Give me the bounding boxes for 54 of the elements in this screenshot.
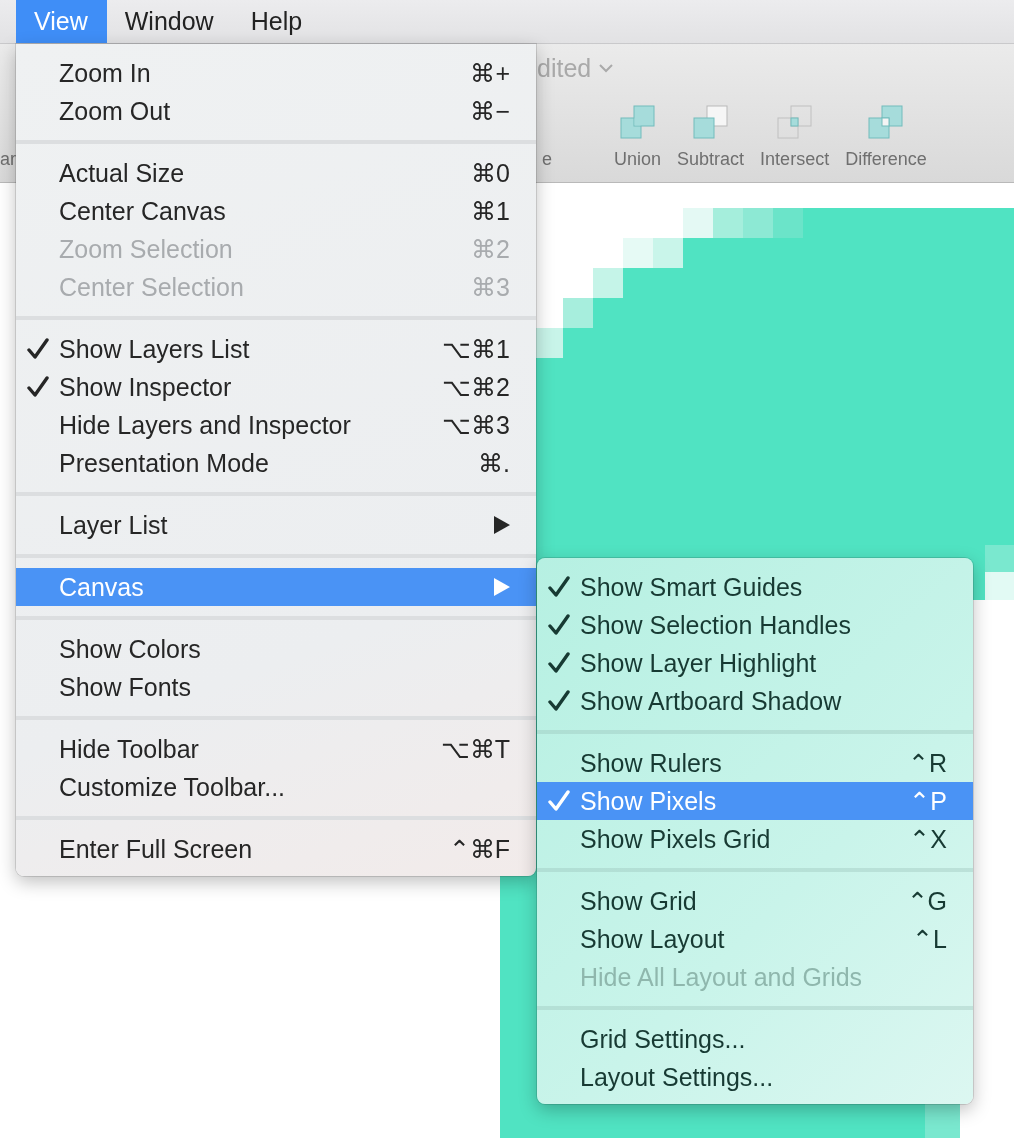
toolbar-label: ar (0, 148, 16, 170)
menu-item[interactable]: Show Layout ⌃L (537, 920, 973, 958)
menu-item[interactable]: Show Rulers ⌃R (537, 744, 973, 782)
subtract-icon (692, 104, 729, 140)
shortcut-label: ⌥⌘2 (442, 372, 510, 402)
menu-item[interactable]: Layout Settings... (537, 1058, 973, 1096)
shortcut-label: ⌃R (907, 748, 947, 778)
menu-item[interactable]: Show Layer Highlight (537, 644, 973, 682)
shortcut-label: ⌘2 (471, 234, 510, 264)
shortcut-label: ⌥⌘3 (442, 410, 510, 440)
menu-item[interactable]: Show Colors (16, 630, 536, 668)
shortcut-label: ⌘− (470, 96, 510, 126)
toolbar-label: e (542, 148, 553, 170)
toolbar-button[interactable]: Subtract (677, 104, 745, 170)
menu-item[interactable]: Show Selection Handles (537, 606, 973, 644)
menu-bar-item[interactable]: Help (232, 0, 322, 43)
shortcut-label: ⌘3 (471, 272, 510, 302)
shortcut-label: ⌥⌘1 (442, 334, 510, 364)
shortcut-label: ⌥⌘T (440, 734, 510, 764)
menu-item[interactable]: Actual Size ⌘0 (16, 154, 536, 192)
union-icon (619, 104, 656, 140)
menu-item[interactable]: Zoom In ⌘+ (16, 54, 536, 92)
toolbar-button[interactable]: Intersect (760, 104, 830, 170)
menu-item[interactable]: Hide Layers and Inspector ⌥⌘3 (16, 406, 536, 444)
shortcut-label: ⌃⌘F (448, 834, 510, 864)
menu-item[interactable]: Hide Toolbar ⌥⌘T (16, 730, 536, 768)
shortcut-label: ⌃G (906, 886, 947, 916)
intersect-icon (776, 104, 813, 140)
menu-item[interactable]: Show Artboard Shadow (537, 682, 973, 720)
shortcut-label: ⌃X (909, 824, 947, 854)
shortcut-label: ⌘. (478, 448, 510, 478)
menu-item[interactable]: Show Fonts (16, 668, 536, 706)
menu-item[interactable]: Grid Settings... (537, 1020, 973, 1058)
menu-item[interactable]: Center Canvas ⌘1 (16, 192, 536, 230)
toolbar-button[interactable]: Union (614, 104, 662, 170)
menu-item[interactable]: Show Layers List ⌥⌘1 (16, 330, 536, 368)
menu-item[interactable]: Show Smart Guides (537, 568, 973, 606)
menu-item[interactable]: Enter Full Screen ⌃⌘F (16, 830, 536, 868)
menu-bar-item[interactable]: Window (106, 0, 233, 43)
shortcut-label: ⌘1 (471, 196, 510, 226)
shortcut-label: ⌃L (912, 924, 947, 954)
shortcut-label: ⌃P (909, 786, 947, 816)
menu-item[interactable]: Show Pixels Grid ⌃X (537, 820, 973, 858)
menu-item[interactable]: Layer List (16, 506, 536, 544)
shortcut-label: ⌘0 (471, 158, 510, 188)
chevron-down-icon (599, 64, 614, 73)
difference-icon (868, 104, 904, 140)
menu-item[interactable]: Zoom Out ⌘− (16, 92, 536, 130)
toolbar-button[interactable]: Difference (845, 104, 927, 170)
menu-item[interactable]: Show Grid ⌃G (537, 882, 973, 920)
menu-item[interactable]: Show Inspector ⌥⌘2 (16, 368, 536, 406)
menu-item[interactable]: Presentation Mode ⌘. (16, 444, 536, 482)
menu-item[interactable]: Customize Toolbar... (16, 768, 536, 806)
shortcut-label: ⌘+ (470, 58, 510, 88)
